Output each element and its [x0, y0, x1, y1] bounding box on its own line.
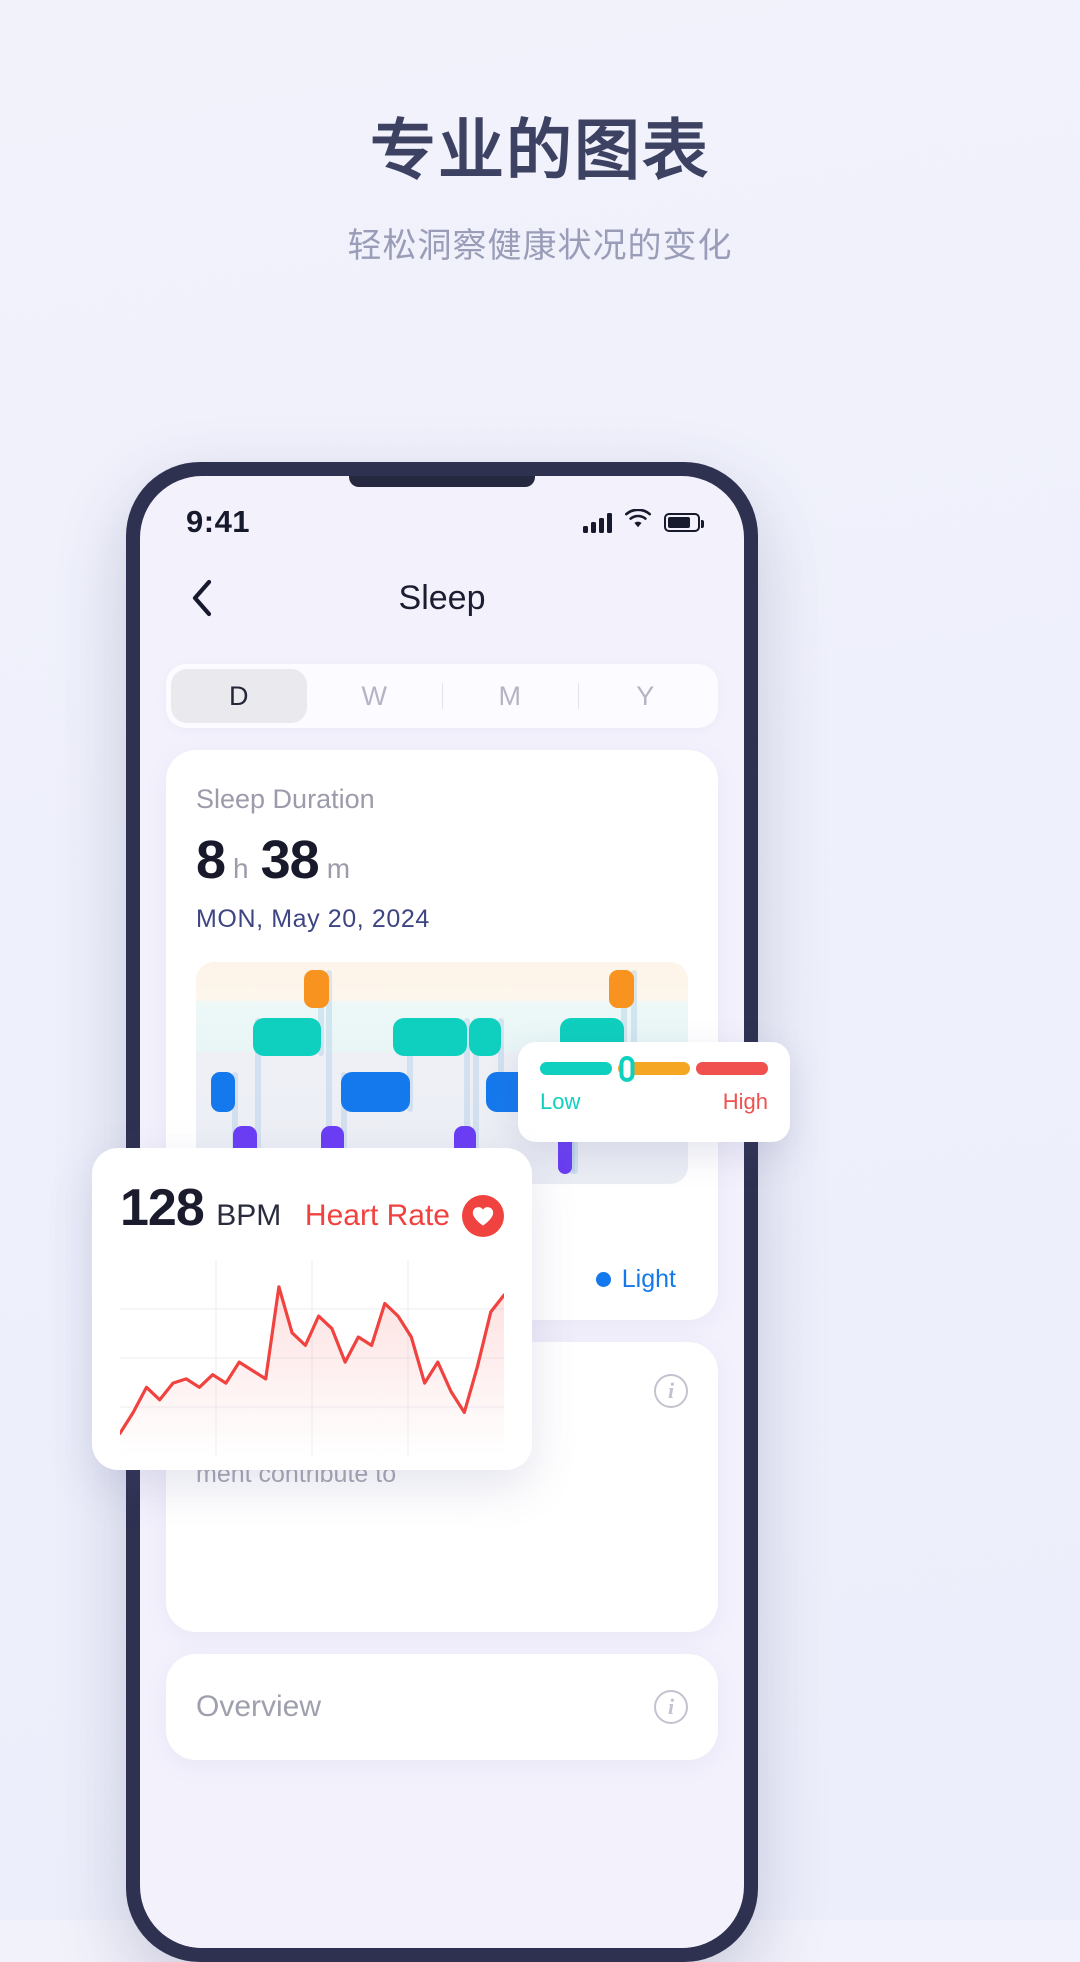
sleep-stage-bar — [304, 970, 329, 1008]
legend-dot-light — [595, 1272, 611, 1287]
sleep-duration-value: 8 h 38 m — [196, 829, 688, 891]
status-time: 9:41 — [186, 504, 251, 539]
overview-card[interactable]: Overview i — [166, 1654, 718, 1760]
segment-year[interactable]: Y — [577, 669, 714, 723]
sleep-stage-bar — [609, 970, 634, 1008]
overview-info-icon[interactable]: i — [654, 1690, 688, 1724]
range-high-label: High — [722, 1089, 768, 1114]
promo-subtitle: 轻松洞察健康状况的变化 — [347, 226, 733, 265]
sleep-hours: 8 — [196, 830, 226, 890]
chevron-left-icon — [192, 579, 212, 617]
heart-rate-value: 128 — [120, 1179, 205, 1237]
heart-rate-chart[interactable] — [118, 1260, 506, 1456]
intensity-range-card[interactable]: Low High — [518, 1042, 790, 1142]
sleep-stage-bar — [469, 1018, 502, 1056]
sleep-stage-bar — [341, 1072, 410, 1112]
range-track[interactable] — [540, 1055, 768, 1082]
cellular-signal-icon — [583, 512, 612, 533]
heart-rate-title-group: Heart Rate — [305, 1195, 504, 1237]
heart-rate-header: 128 BPM Heart Rate — [120, 1178, 504, 1238]
heart-rate-line-svg — [118, 1260, 506, 1456]
heart-rate-card[interactable]: 128 BPM Heart Rate — [92, 1148, 532, 1470]
promo-title: 专业的图表 — [370, 113, 710, 187]
phone-notch — [349, 476, 535, 487]
status-icons — [583, 508, 704, 535]
range-labels: Low High — [540, 1089, 768, 1115]
sleep-hours-unit: h — [233, 853, 249, 884]
legend-label-light: Light — [621, 1265, 676, 1293]
range-low-label: Low — [540, 1089, 581, 1114]
segment-day[interactable]: D — [171, 669, 307, 723]
sleep-date: MON, May 20, 2024 — [196, 905, 430, 933]
heart-icon — [462, 1195, 504, 1237]
segment-month[interactable]: M — [442, 669, 578, 723]
page-title: Sleep — [398, 578, 486, 617]
heart-rate-unit: BPM — [216, 1199, 282, 1232]
info-icon[interactable]: i — [654, 1374, 688, 1408]
bottom-fade — [140, 1922, 744, 1948]
sleep-stage-bar — [210, 1072, 236, 1112]
legend-item-light: Light — [595, 1265, 676, 1294]
range-thumb[interactable] — [619, 1055, 635, 1082]
sleep-minutes: 38 — [260, 830, 320, 890]
sleep-minutes-unit: m — [326, 853, 351, 884]
sleep-stage-bar — [252, 1018, 322, 1056]
battery-icon — [664, 512, 704, 532]
sleep-duration-label: Sleep Duration — [196, 784, 375, 814]
heart-rate-reading: 128 BPM — [120, 1178, 281, 1238]
nav-bar: Sleep — [140, 550, 744, 646]
overview-title: Overview — [196, 1690, 322, 1723]
status-bar: 9:41 — [140, 476, 744, 550]
heart-rate-label: Heart Rate — [304, 1199, 450, 1232]
sleep-stage-bar — [392, 1018, 467, 1056]
range-segment-low — [540, 1062, 612, 1075]
period-segmented-control[interactable]: D W M Y — [166, 664, 718, 728]
range-segment-high — [696, 1062, 768, 1075]
segment-week[interactable]: W — [307, 669, 443, 723]
wifi-icon — [624, 508, 652, 535]
promo-header: 专业的图表 轻松洞察健康状况的变化 — [0, 0, 1080, 267]
back-button[interactable] — [180, 576, 224, 620]
